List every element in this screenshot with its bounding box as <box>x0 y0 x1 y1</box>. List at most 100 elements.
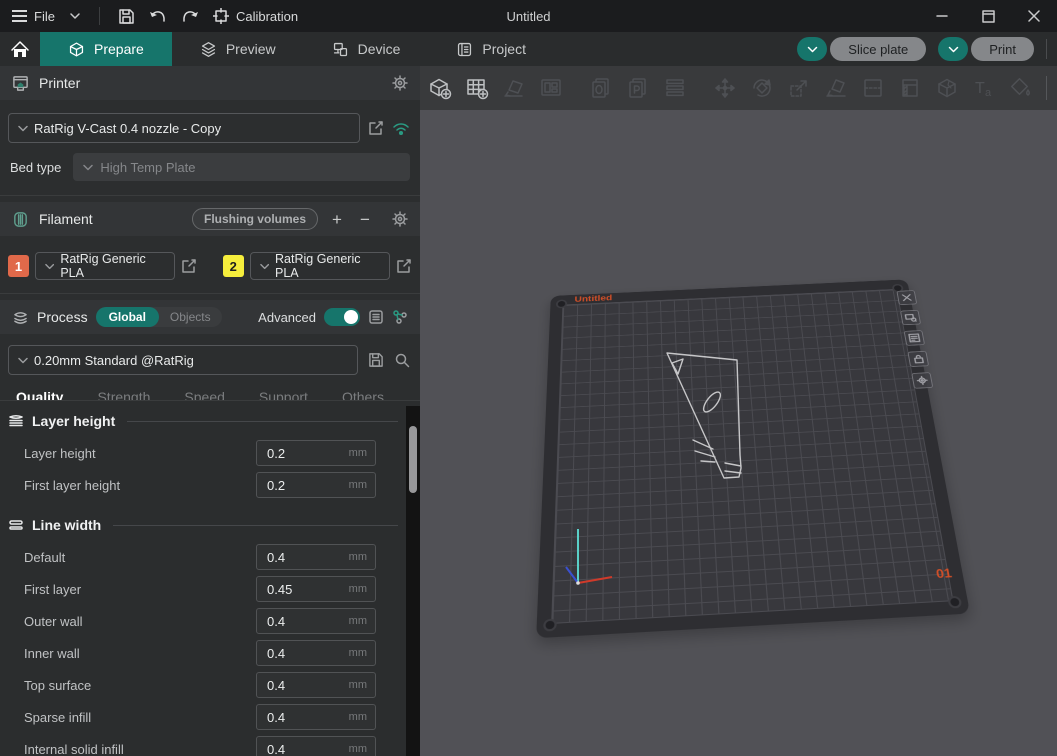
add-object-icon[interactable] <box>428 76 452 100</box>
search-preset-icon[interactable] <box>394 352 410 368</box>
arrange-icon[interactable] <box>539 76 563 100</box>
printer-connection-wifi-icon[interactable] <box>392 122 410 135</box>
file-menu[interactable]: File <box>12 9 55 24</box>
arrange-plate-icon[interactable] <box>900 310 921 325</box>
lock-plate-icon[interactable] <box>907 351 929 367</box>
device-icon <box>332 41 349 58</box>
file-menu-chevron-icon[interactable] <box>69 12 81 20</box>
undo-icon[interactable] <box>149 9 167 24</box>
save-icon[interactable] <box>118 8 135 25</box>
scope-global-button[interactable]: Global <box>96 307 159 327</box>
line-width-section-title: Line width <box>8 517 398 533</box>
line-width-icon <box>8 519 24 531</box>
tab-device[interactable]: Device <box>304 32 429 66</box>
plate-settings-icon[interactable] <box>911 372 933 389</box>
maximize-button[interactable] <box>965 0 1011 32</box>
slice-options-button[interactable] <box>797 37 827 61</box>
printer-section-title: Printer <box>39 75 80 91</box>
printer-preset-select[interactable]: RatRig V-Cast 0.4 nozzle - Copy <box>8 113 360 143</box>
chevron-down-icon <box>18 125 28 132</box>
scrollbar[interactable] <box>406 406 420 756</box>
layer-height-input[interactable]: 0.2 mm <box>256 440 376 466</box>
filament-1-badge[interactable]: 1 <box>8 255 29 277</box>
param-row: Default 0.4 mm <box>0 541 420 573</box>
plate-name-icon[interactable] <box>904 330 925 346</box>
support-paint-icon[interactable] <box>898 76 922 100</box>
paste-icon[interactable] <box>626 76 650 100</box>
flushing-volumes-button[interactable]: Flushing volumes <box>192 208 318 230</box>
advanced-toggle[interactable] <box>324 308 360 326</box>
text-tool-icon[interactable]: T a <box>972 76 996 100</box>
printer-settings-gear-icon[interactable] <box>392 75 408 91</box>
object-list-icon[interactable] <box>392 309 408 325</box>
filament-settings-gear-icon[interactable] <box>392 211 408 227</box>
viewport-3d[interactable]: Untitled 01 <box>420 110 1057 756</box>
filament-2-value: RatRig Generic PLA <box>275 252 380 280</box>
build-plate[interactable]: Untitled 01 <box>536 279 970 638</box>
menu-icon <box>12 10 27 22</box>
slice-plate-button[interactable]: Slice plate <box>830 37 926 61</box>
scale-icon[interactable] <box>787 76 811 100</box>
outer-wall-line-width-input[interactable]: 0.4 mm <box>256 608 376 634</box>
close-button[interactable] <box>1011 0 1057 32</box>
edit-printer-icon[interactable] <box>368 120 384 136</box>
mesh-repair-icon[interactable] <box>935 76 959 100</box>
plate-number-label: 01 <box>935 566 953 581</box>
slice-split-button: Slice plate <box>797 37 926 61</box>
minimize-button[interactable] <box>919 0 965 32</box>
advanced-label: Advanced <box>258 310 316 325</box>
scrollbar-thumb[interactable] <box>409 426 417 493</box>
filament-2-select[interactable]: RatRig Generic PLA <box>250 252 390 280</box>
filament-1-select[interactable]: RatRig Generic PLA <box>35 252 175 280</box>
tab-prepare[interactable]: Prepare <box>40 32 172 66</box>
parameter-table-icon[interactable] <box>368 309 384 325</box>
add-plate-icon[interactable] <box>465 76 489 100</box>
print-options-button[interactable] <box>938 37 968 61</box>
redo-icon[interactable] <box>181 9 199 24</box>
process-icon <box>12 310 29 325</box>
prepare-icon <box>68 41 85 58</box>
bed-type-select[interactable]: High Temp Plate <box>73 153 410 181</box>
copy-icon[interactable] <box>589 76 613 100</box>
chevron-down-icon <box>18 357 28 364</box>
layers-icon[interactable] <box>663 76 687 100</box>
rotate-icon[interactable] <box>750 76 774 100</box>
edit-filament-1-icon[interactable] <box>181 258 197 274</box>
home-button[interactable] <box>0 32 40 66</box>
param-row: First layer height 0.2 mm <box>0 469 420 501</box>
calibration-button[interactable]: Calibration <box>213 8 298 24</box>
save-preset-icon[interactable] <box>368 352 384 368</box>
first-layer-height-input[interactable]: 0.2 mm <box>256 472 376 498</box>
plate-name-label: Untitled <box>574 294 612 304</box>
process-preset-select[interactable]: 0.20mm Standard @RatRig <box>8 345 358 375</box>
internal-solid-infill-line-width-input[interactable]: 0.4 mm <box>256 736 376 756</box>
delete-plate-icon[interactable] <box>896 290 917 305</box>
color-paint-icon[interactable] <box>1009 76 1033 100</box>
scope-objects-button[interactable]: Objects <box>159 307 222 327</box>
default-line-width-input[interactable]: 0.4 mm <box>256 544 376 570</box>
param-row: Sparse infill 0.4 mm <box>0 701 420 733</box>
tab-project[interactable]: Project <box>428 32 554 66</box>
top-surface-line-width-input[interactable]: 0.4 mm <box>256 672 376 698</box>
remove-filament-button[interactable]: − <box>356 211 374 228</box>
preview-icon <box>200 41 217 58</box>
print-split-button: Print <box>938 37 1034 61</box>
inner-wall-line-width-input[interactable]: 0.4 mm <box>256 640 376 666</box>
parameter-panel: Layer height Layer height 0.2 mm First l… <box>0 400 420 756</box>
print-button[interactable]: Print <box>971 37 1034 61</box>
filament-2-badge[interactable]: 2 <box>223 255 244 277</box>
move-icon[interactable] <box>713 76 737 100</box>
sparse-infill-line-width-input[interactable]: 0.4 mm <box>256 704 376 730</box>
cut-icon[interactable] <box>861 76 885 100</box>
lay-flat-icon[interactable] <box>824 76 848 100</box>
tab-preview[interactable]: Preview <box>172 32 304 66</box>
add-filament-button[interactable]: + <box>328 211 346 228</box>
auto-orient-icon[interactable] <box>502 76 526 100</box>
chevron-down-icon <box>948 46 959 53</box>
first-layer-line-width-input[interactable]: 0.45 mm <box>256 576 376 602</box>
param-row: Inner wall 0.4 mm <box>0 637 420 669</box>
process-section-title: Process <box>37 309 88 325</box>
param-row: Layer height 0.2 mm <box>0 437 420 469</box>
printer-icon <box>12 75 29 92</box>
edit-filament-2-icon[interactable] <box>396 258 412 274</box>
